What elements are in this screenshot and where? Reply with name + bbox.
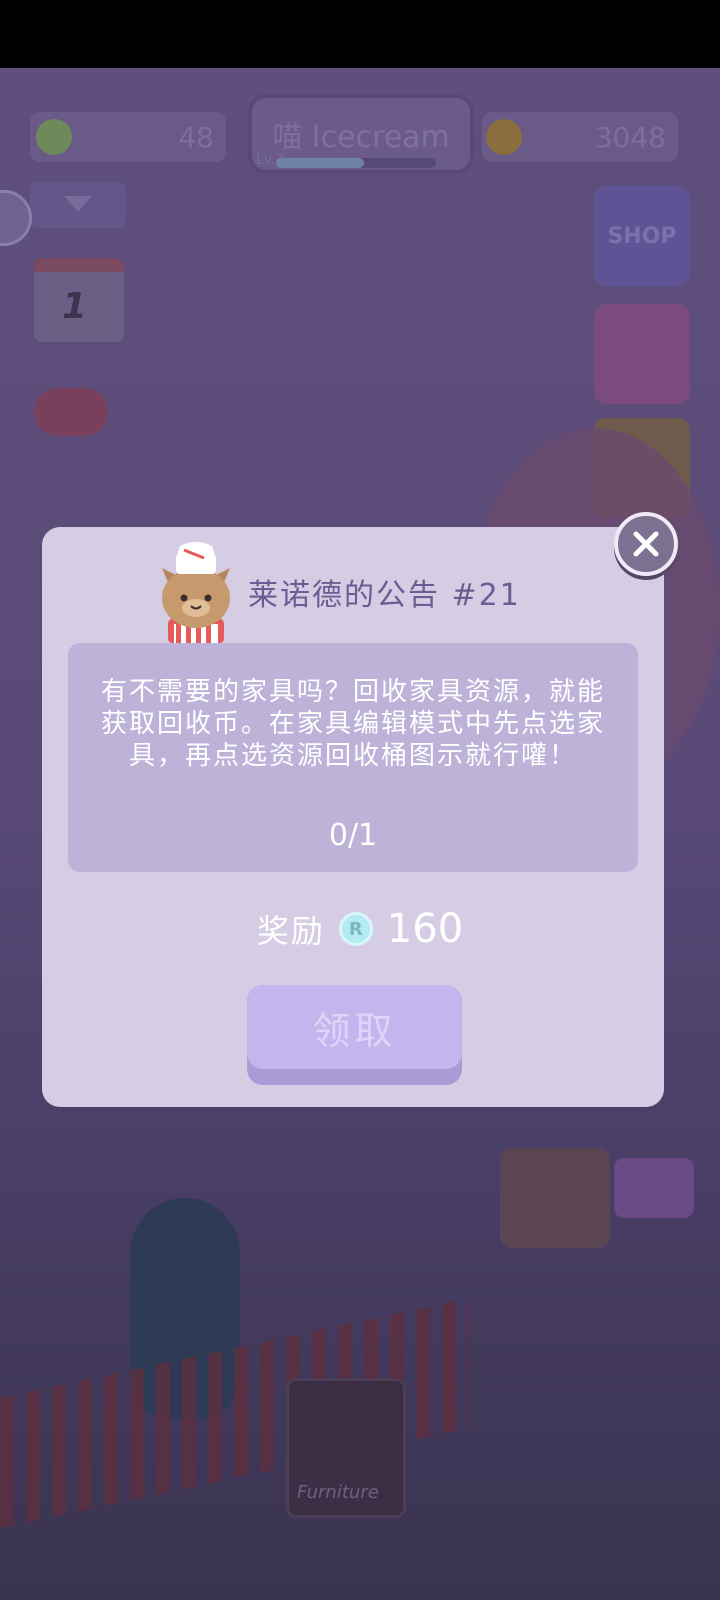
furniture-label: Furniture: [297, 1482, 379, 1503]
gamepad-icon[interactable]: [34, 388, 108, 436]
left-resource-count: 48: [178, 120, 214, 154]
cat-chef-avatar: [162, 542, 230, 644]
reward-label: 奖励: [256, 912, 325, 950]
claim-label: 领取: [247, 985, 462, 1069]
player-name: 喵 Icecream: [272, 120, 450, 155]
shop-button[interactable]: SHOP: [594, 186, 690, 286]
log-stack: [500, 1148, 610, 1248]
calendar-icon[interactable]: 1: [34, 258, 124, 342]
close-icon: [633, 531, 659, 557]
reward-value: 160: [386, 906, 464, 952]
claim-button[interactable]: 领取: [247, 985, 462, 1085]
leaf-icon: [36, 119, 72, 155]
gem-icon[interactable]: [614, 1158, 694, 1218]
calendar-day: 1: [62, 286, 88, 327]
shop-label: SHOP: [607, 223, 677, 249]
task-progress: 0/1: [328, 818, 378, 853]
level-progress-bar: [276, 158, 436, 168]
dropdown-button[interactable]: [30, 182, 126, 228]
chat-icon[interactable]: [0, 190, 32, 246]
reward-row: 奖励 R 160: [0, 906, 720, 952]
dialog-title: 莱诺德的公告 #21: [248, 578, 521, 613]
close-button[interactable]: [614, 512, 678, 576]
coin-count: 3048: [594, 120, 666, 154]
chest-icon[interactable]: [594, 304, 690, 404]
recycle-coin-icon: R: [338, 912, 373, 946]
announcement-message: 有不需要的家具吗？回收家具资源，就能获取回收币。在家具编辑模式中先点选家具，再点…: [100, 677, 605, 771]
coin-icon: [486, 119, 522, 155]
status-bar: [0, 0, 720, 68]
furniture-sign[interactable]: Furniture: [286, 1378, 406, 1518]
